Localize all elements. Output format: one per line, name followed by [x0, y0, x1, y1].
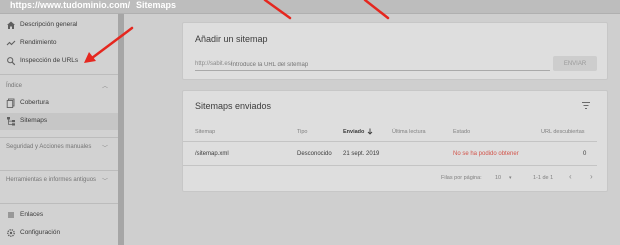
- sidebar: Descripción general Rendimiento Inspecci…: [0, 14, 118, 245]
- submit-button[interactable]: ENVIAR: [553, 56, 597, 71]
- column-header-type[interactable]: Tipo: [297, 129, 308, 135]
- url-prefix: http://sabit.es/: [195, 61, 233, 67]
- property-domain[interactable]: https://www.tudominio.com/: [10, 0, 130, 10]
- divider: [183, 141, 597, 142]
- sidebar-item-label: Inspección de URLs: [20, 57, 79, 64]
- section-legacy-label[interactable]: Herramientas e informes antiguos: [6, 176, 101, 184]
- filter-icon[interactable]: [581, 101, 591, 110]
- gear-icon: [7, 229, 15, 237]
- add-sitemap-card: Añadir un sitemap http://sabit.es/ ENVIA…: [182, 22, 608, 80]
- column-header-status[interactable]: Estado: [453, 129, 470, 135]
- sitemap-sent-date: 21 sept. 2019: [343, 151, 380, 157]
- chevron-down-icon[interactable]: ﹀: [102, 143, 108, 152]
- search-icon: [7, 57, 16, 66]
- discovered-urls-count: 0: [583, 151, 587, 157]
- sidebar-item-label: Rendimiento: [20, 39, 57, 46]
- arrow-down-icon[interactable]: [367, 128, 373, 135]
- pagination-range: 1-1 de 1: [533, 175, 554, 181]
- divider: [183, 165, 597, 166]
- sidebar-item-label: Configuración: [20, 229, 61, 236]
- sitemap-icon: [7, 117, 15, 126]
- divider: [0, 203, 118, 204]
- sidebar-item-label: Descripción general: [20, 21, 78, 28]
- column-header-sitemap[interactable]: Sitemap: [195, 129, 215, 135]
- sidebar-item-label: Enlaces: [20, 211, 44, 218]
- add-sitemap-title: Añadir un sitemap: [195, 34, 268, 44]
- sitemap-url-input-row: http://sabit.es/: [195, 59, 550, 71]
- section-index-label: Índice: [6, 83, 23, 89]
- sidebar-item-sitemaps[interactable]: Sitemaps: [0, 113, 118, 130]
- column-header-discovered-urls[interactable]: URL descubiertas: [541, 129, 585, 135]
- sidebar-item-performance[interactable]: Rendimiento: [0, 35, 118, 52]
- sitemap-url-input[interactable]: [231, 59, 546, 70]
- chevron-up-icon[interactable]: ︿: [102, 81, 108, 90]
- sidebar-item-overview[interactable]: Descripción general: [0, 17, 118, 34]
- sent-sitemaps-title: Sitemaps enviados: [195, 101, 272, 111]
- pages-icon: [6, 98, 15, 108]
- sidebar-item-label: Sitemaps: [20, 117, 48, 124]
- section-security-label[interactable]: Seguridad y Acciones manuales: [6, 143, 101, 151]
- home-icon: [7, 21, 15, 29]
- column-header-sent[interactable]: Enviado: [343, 129, 364, 135]
- divider: [0, 137, 118, 138]
- rows-per-page-label: Filas por página:: [441, 175, 482, 181]
- divider: [0, 170, 118, 171]
- status-badge: No se ha podido obtener: [453, 151, 519, 157]
- trend-icon: [6, 40, 16, 46]
- top-bar: https://www.tudominio.com/ Sitemaps: [0, 0, 620, 14]
- sidebar-item-url-inspection[interactable]: Inspección de URLs: [0, 53, 118, 70]
- sitemap-path[interactable]: /sitemap.xml: [195, 151, 229, 157]
- next-page-icon[interactable]: ›: [590, 172, 593, 181]
- sidebar-item-settings[interactable]: Configuración: [0, 225, 118, 242]
- sidebar-item-coverage[interactable]: Cobertura: [0, 95, 118, 112]
- sitemap-type: Desconocido: [297, 151, 332, 157]
- column-header-last-read[interactable]: Última lectura: [392, 129, 426, 135]
- page-title: Sitemaps: [136, 0, 177, 10]
- rows-per-page-select[interactable]: 10: [495, 175, 501, 181]
- sidebar-scrollbar[interactable]: [118, 14, 124, 245]
- links-icon: [8, 212, 14, 218]
- chevron-down-icon[interactable]: ▾: [509, 175, 512, 181]
- previous-page-icon[interactable]: ‹: [569, 172, 572, 181]
- sent-sitemaps-card: Sitemaps enviados Sitemap Tipo Enviado Ú…: [182, 90, 608, 192]
- sidebar-item-label: Cobertura: [20, 99, 49, 106]
- sidebar-item-links[interactable]: Enlaces: [0, 207, 118, 224]
- chevron-down-icon[interactable]: ﹀: [102, 176, 108, 185]
- divider: [0, 74, 118, 75]
